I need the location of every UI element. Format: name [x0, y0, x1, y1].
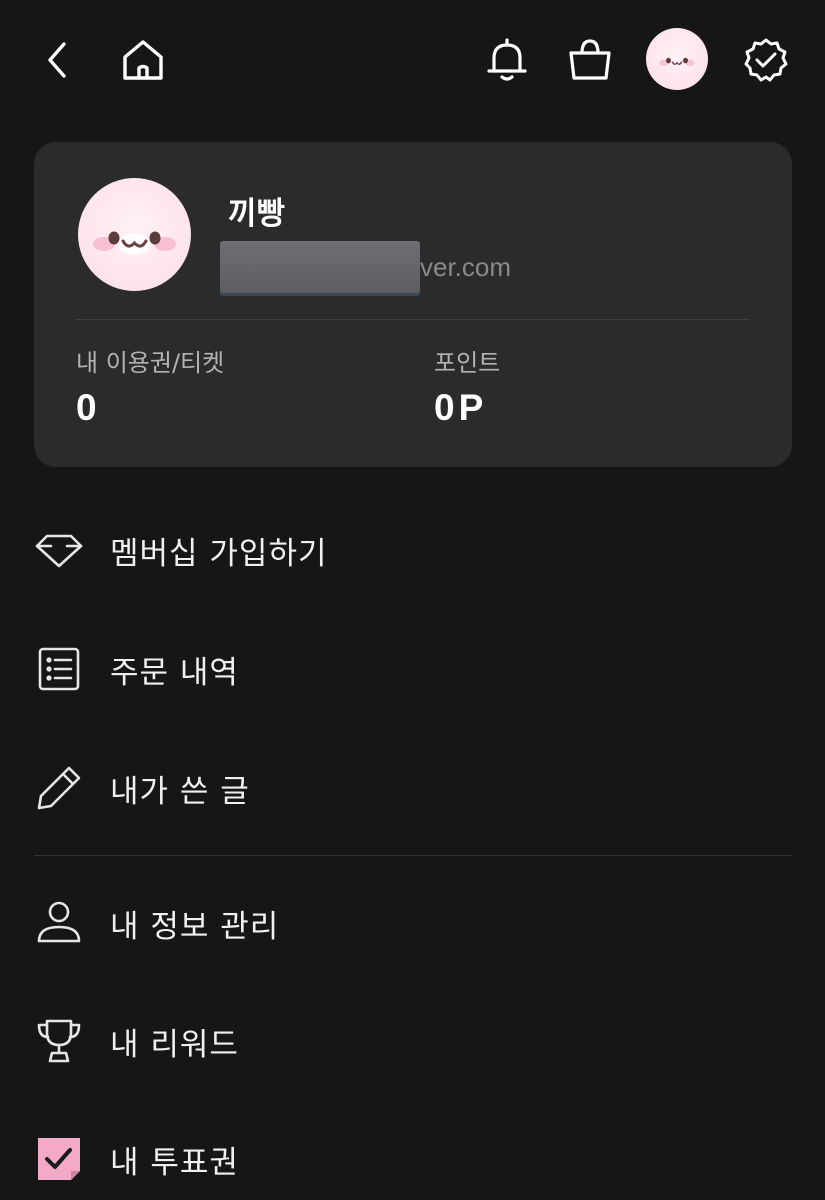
tickets-value: 0: [76, 387, 101, 428]
menu-label-vote-tickets: 내 투표권: [110, 1144, 239, 1181]
vote-ticket-icon: [30, 1130, 88, 1188]
menu-label-rewards: 내 리워드: [110, 1026, 239, 1063]
profile-email-domain: ver.com: [420, 251, 512, 282]
user-icon: [30, 894, 88, 952]
points-value: 0P: [434, 387, 488, 428]
bell-icon[interactable]: [477, 30, 537, 90]
tickets-label: 내 이용권/티켓: [76, 349, 225, 377]
profile-card[interactable]: 끼빵 ver.com 내 이용권/티켓 0 포인트 0P: [34, 142, 792, 467]
shopping-bag-icon[interactable]: [560, 30, 620, 90]
tickets-stat[interactable]: 내 이용권/티켓 0: [76, 348, 224, 430]
pencil-icon: [30, 759, 88, 817]
chevron-left-icon[interactable]: [28, 30, 88, 90]
menu-label-my-posts: 내가 쓴 글: [110, 773, 250, 810]
diamond-icon: [30, 521, 88, 579]
avatar[interactable]: [646, 28, 708, 90]
profile-avatar[interactable]: [78, 178, 191, 291]
trophy-icon: [30, 1012, 88, 1070]
menu-label-account-info: 내 정보 관리: [110, 908, 280, 945]
home-icon[interactable]: [113, 30, 173, 90]
menu-divider: [34, 855, 792, 856]
verified-badge-icon[interactable]: [736, 30, 796, 90]
points-label: 포인트: [434, 349, 501, 377]
menu-item-orders[interactable]: 주문 내역: [0, 629, 825, 709]
profile-name: 끼빵: [228, 196, 286, 232]
menu-item-membership[interactable]: 멤버십 가입하기: [0, 510, 825, 590]
menu-label-orders: 주문 내역: [110, 654, 239, 691]
menu-item-account-info[interactable]: 내 정보 관리: [0, 883, 825, 963]
points-stat[interactable]: 포인트 0P: [434, 348, 500, 430]
menu-label-membership: 멤버십 가입하기: [110, 535, 328, 572]
menu-item-vote-tickets[interactable]: 내 투표권: [0, 1119, 825, 1199]
list-icon: [30, 640, 88, 698]
menu-item-my-posts[interactable]: 내가 쓴 글: [0, 748, 825, 828]
menu-item-rewards[interactable]: 내 리워드: [0, 1001, 825, 1081]
card-divider: [76, 319, 750, 320]
profile-email: ver.com: [220, 241, 512, 293]
top-navigation-bar: [0, 0, 825, 120]
email-redaction-mask: [220, 241, 420, 293]
